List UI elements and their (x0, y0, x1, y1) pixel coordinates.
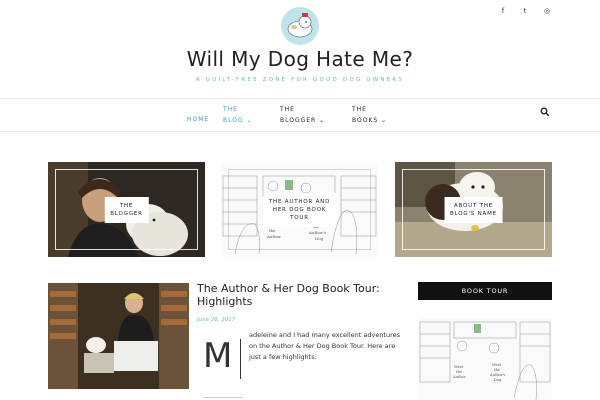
dropcap-divider (240, 339, 241, 379)
feature-label[interactable]: ABOUT THE BLOG'S NAME (444, 196, 503, 223)
chevron-down-icon: ⌄ (319, 117, 326, 124)
feature-book-tour[interactable]: the Author the Author's Dog THE AUTHOR A… (221, 162, 378, 257)
nav-item-label-line: THE (223, 106, 238, 113)
post-date: June 28, 2017 (197, 317, 236, 323)
svg-text:Dog: Dog (494, 378, 502, 382)
post-photo (48, 283, 189, 389)
nav-item-the-blog[interactable]: THE BLOG ⌄ (223, 104, 253, 126)
svg-text:Author: Author (452, 375, 466, 379)
nav-item-label-line: BLOGGER (280, 117, 317, 124)
nav-item-the-blogger[interactable]: THE BLOGGER ⌄ (280, 104, 325, 126)
feature-label[interactable]: THE BLOGGER (104, 196, 149, 223)
chevron-down-icon: ⌄ (246, 117, 253, 124)
post-title[interactable]: The Author & Her Dog Book Tour: Highligh… (197, 282, 387, 308)
sidebar-widget-title: BOOK TOUR (418, 282, 552, 300)
nav-item-label-line: THE (352, 106, 367, 113)
site-title[interactable]: Will My Dog Hate Me? (0, 47, 600, 71)
chevron-down-icon: ⌄ (381, 117, 388, 124)
social-links: f t ◎ (498, 6, 552, 16)
svg-text:Meet: Meet (454, 365, 464, 369)
svg-text:the: the (494, 368, 500, 372)
feature-the-blogger[interactable]: THE BLOGGER (48, 162, 205, 257)
twitter-icon[interactable]: t (520, 6, 530, 16)
nav-item-home[interactable]: HOME (187, 114, 209, 125)
svg-text:Author's: Author's (489, 373, 506, 377)
read-more-divider (203, 397, 243, 398)
nav-item-label-line: BOOKS (352, 117, 379, 124)
feature-blog-name[interactable]: ABOUT THE BLOG'S NAME (395, 162, 552, 257)
post-excerpt: adeleine and I had many excellent advent… (249, 331, 401, 361)
nav-item-label-line: BLOG (223, 117, 244, 124)
post-thumbnail[interactable] (48, 283, 189, 389)
instagram-icon[interactable]: ◎ (542, 6, 552, 16)
nav-item-home-label: HOME (187, 116, 210, 123)
main-nav: HOME THE BLOG ⌄ THE BLOGGER ⌄ THE BOOKS … (0, 98, 600, 132)
feature-label[interactable]: THE AUTHOR AND HER DOG BOOK TOUR (262, 192, 337, 227)
book-tour-illustration: Meet the Author Meet the Author's Dog (418, 318, 552, 400)
svg-text:Meet: Meet (492, 363, 502, 367)
facebook-icon[interactable]: f (498, 6, 508, 16)
search-icon[interactable] (540, 107, 550, 117)
nav-item-the-books[interactable]: THE BOOKS ⌄ (352, 104, 387, 126)
site-logo[interactable] (281, 7, 319, 45)
sidebar-book-tour-image[interactable]: Meet the Author Meet the Author's Dog (418, 318, 552, 400)
site-tagline: A GUILT-FREE ZONE FOR GOOD DOG OWNERS (195, 77, 405, 83)
svg-text:the: the (456, 370, 462, 374)
nav-item-label-line: THE (280, 106, 295, 113)
dog-logo-icon (287, 13, 313, 38)
post-dropcap: M (203, 336, 233, 376)
